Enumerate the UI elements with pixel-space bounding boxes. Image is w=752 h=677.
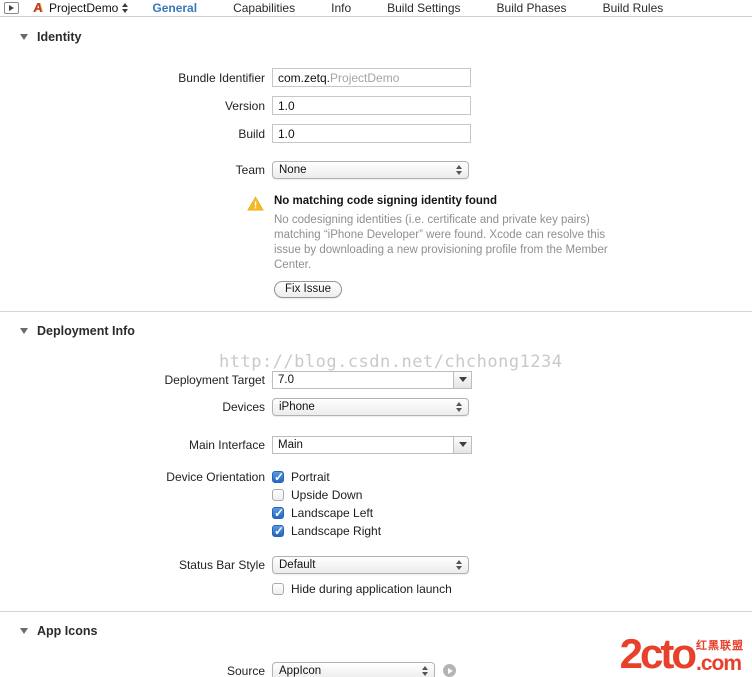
team-popup[interactable]: None [272,161,469,179]
main-interface-combo[interactable]: Main [272,435,472,454]
main-interface-label: Main Interface [188,437,265,452]
bundle-identifier-label: Bundle Identifier [178,70,265,85]
orientation-landscape-right[interactable]: Landscape Right [272,522,381,540]
devices-value: iPhone [279,400,315,413]
bundle-id-suffix: ProjectDemo [330,70,400,85]
disclosure-triangle-icon [20,34,28,40]
show-related-items-button[interactable] [4,2,19,14]
devices-row: Devices iPhone [0,397,752,416]
checkbox-icon[interactable] [272,470,284,484]
device-orientation-row: Device Orientation Portrait Upside Down … [0,468,752,540]
general-pane: Identity Bundle Identifier com.zetq. Proj… [0,17,752,677]
app-icon-source-row: Source AppIcon [0,661,752,677]
popup-arrows-icon [456,401,462,412]
tab-capabilities[interactable]: Capabilities [233,1,295,15]
devices-popup[interactable]: iPhone [272,397,469,416]
version-input[interactable]: 1.0 [272,96,471,115]
team-value: None [279,164,307,176]
warning-body: No matching code signing identity found … [274,195,619,298]
deployment-target-combo[interactable]: 7.0 [272,370,472,389]
orientation-landscape-left[interactable]: Landscape Left [272,504,381,522]
warning-triangle-icon: ! [247,196,264,298]
section-title: App Icons [37,623,98,638]
project-target-icon: A [32,0,44,15]
fix-issue-button[interactable]: Fix Issue [274,280,343,298]
checkbox-label: Upside Down [291,487,363,502]
source-label: Source [226,663,265,677]
target-tab-bar: A ProjectDemo General Capabilities Info … [0,0,752,17]
main-interface-row: Main Interface Main [0,435,752,454]
tab-build-phases[interactable]: Build Phases [497,1,567,15]
warning-title: No matching code signing identity found [274,195,497,207]
status-bar-style-value: Default [279,558,316,571]
checkbox-label: Portrait [291,469,330,484]
bundle-identifier-row: Bundle Identifier com.zetq. ProjectDemo [0,68,752,87]
popup-arrows-icon [456,559,462,570]
status-bar-style-row: Status Bar Style Default [0,555,752,574]
popup-arrows-icon [422,665,428,676]
checkbox-icon[interactable] [272,582,284,595]
app-icon-source-popup[interactable]: AppIcon [272,661,435,677]
version-label: Version [224,98,265,113]
popup-arrows-icon [456,165,462,175]
build-label: Build [238,126,265,141]
main-interface-value: Main [278,438,303,451]
combo-dropdown-button[interactable] [453,371,471,388]
code-signing-warning: ! No matching code signing identity foun… [247,195,752,298]
disclosure-triangle-icon [20,327,28,334]
hide-launch-row: Hide during application launch [0,580,752,598]
settings-tabs: General Capabilities Info Build Settings… [152,1,699,15]
section-title: Identity [37,30,82,44]
checkbox-label: Landscape Right [291,523,382,538]
team-row: Team None [0,161,752,179]
checkbox-icon[interactable] [272,506,284,520]
tab-build-settings[interactable]: Build Settings [387,1,460,15]
tab-general[interactable]: General [152,1,197,15]
checkbox-label: Hide during application launch [291,581,452,596]
status-bar-style-label: Status Bar Style [178,557,265,572]
checkbox-icon[interactable] [272,524,284,538]
disclosure-triangle-icon [20,627,28,634]
build-input[interactable]: 1.0 [272,124,471,143]
arrow-right-icon [447,667,453,674]
deployment-target-label: Deployment Target [164,372,266,387]
checkbox-label: Landscape Left [291,505,374,520]
build-value: 1.0 [278,126,295,141]
svg-text:!: ! [254,201,257,211]
play-triangle-icon [9,5,14,11]
deployment-section-header[interactable]: Deployment Info [20,324,752,338]
bundle-identifier-input[interactable]: com.zetq. ProjectDemo [272,68,471,87]
build-row: Build 1.0 [0,124,752,143]
section-divider [0,610,752,612]
version-value: 1.0 [278,98,295,113]
orientation-portrait[interactable]: Portrait [272,468,381,486]
combo-dropdown-button[interactable] [453,436,471,453]
tab-info[interactable]: Info [331,1,351,15]
devices-label: Devices [222,399,265,414]
hide-launch-option[interactable]: Hide during application launch [272,580,452,598]
target-selector[interactable]: ProjectDemo [49,1,118,15]
target-popup-arrows-icon[interactable] [122,3,129,13]
app-icons-section-header[interactable]: App Icons [20,624,752,638]
deployment-target-value: 7.0 [278,373,294,386]
go-to-asset-arrow-button[interactable] [443,664,456,677]
identity-section-header[interactable]: Identity [20,30,752,44]
orientation-upside-down[interactable]: Upside Down [272,486,381,504]
orientation-options: Portrait Upside Down Landscape Left Land… [272,468,381,540]
section-divider [0,310,752,312]
version-row: Version 1.0 [0,96,752,115]
team-label: Team [235,163,265,177]
checkbox-icon[interactable] [272,488,284,501]
device-orientation-label: Device Orientation [166,469,265,484]
chevron-down-icon [458,442,467,448]
warning-text: No codesigning identities (i.e. certific… [274,214,608,271]
tab-build-rules[interactable]: Build Rules [603,1,664,15]
deployment-target-row: Deployment Target 7.0 [0,370,752,389]
section-title: Deployment Info [37,323,135,338]
bundle-id-prefix: com.zetq. [278,70,331,85]
chevron-down-icon [458,377,467,383]
status-bar-style-popup[interactable]: Default [272,555,469,574]
source-value: AppIcon [279,664,322,677]
